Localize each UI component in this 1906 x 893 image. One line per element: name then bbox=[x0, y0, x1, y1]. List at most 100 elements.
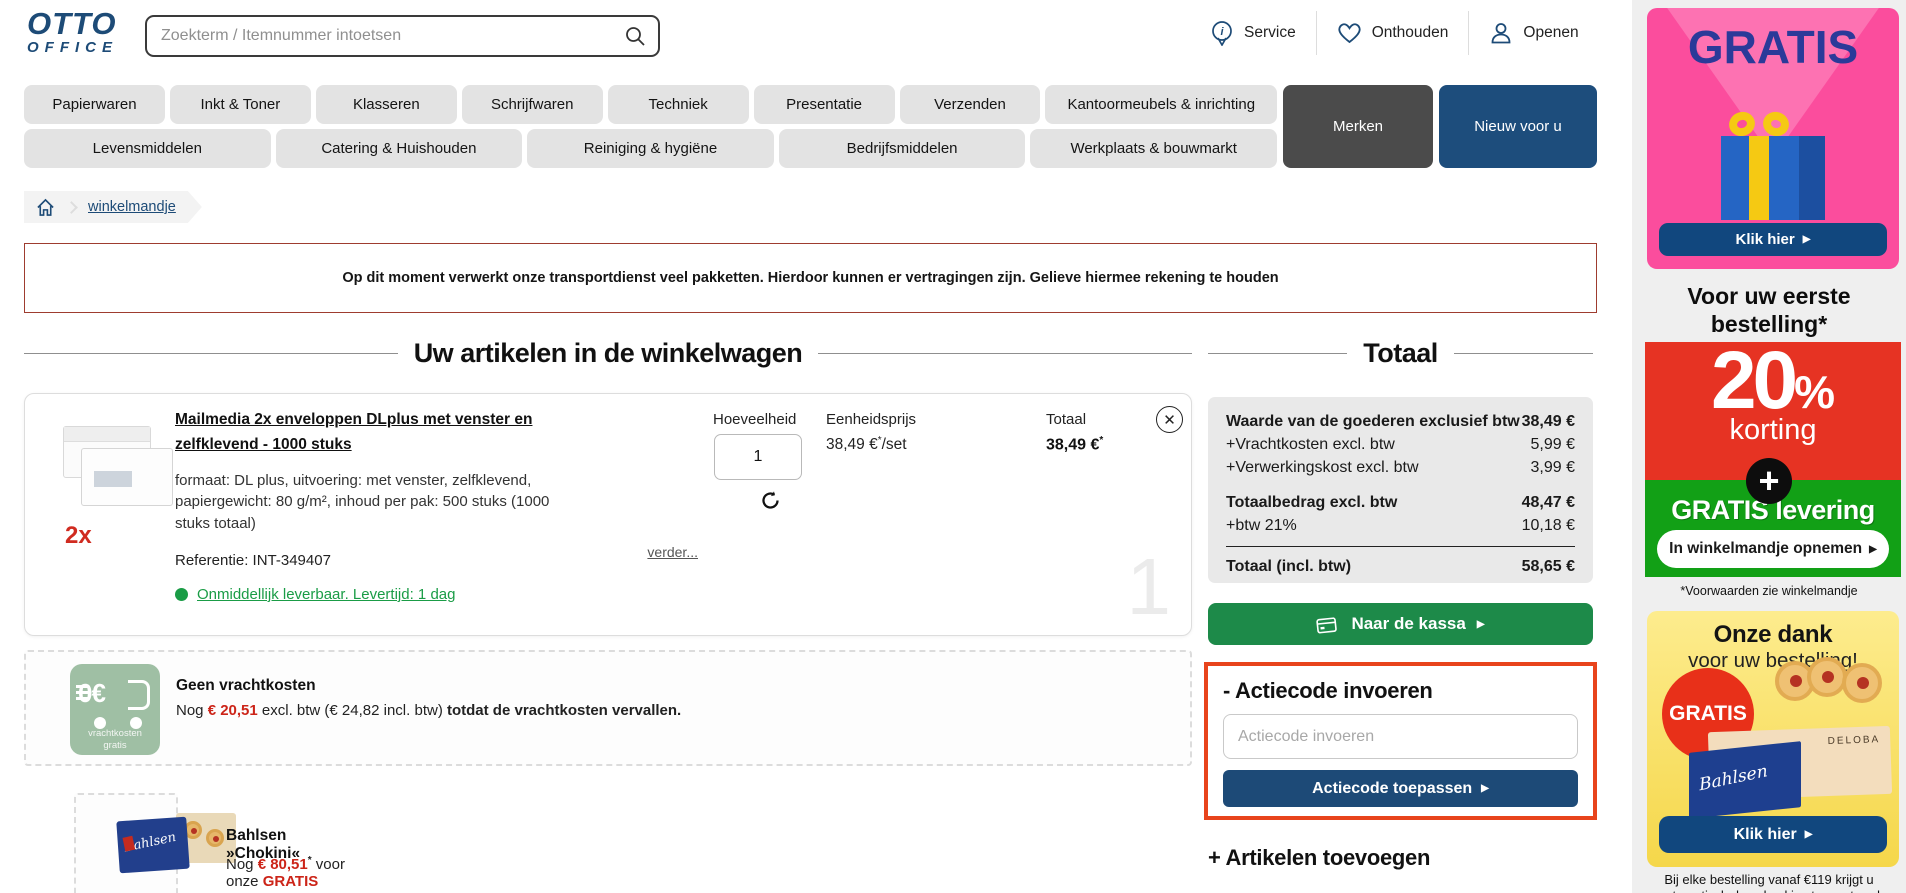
logo-line2: OFFICE bbox=[27, 39, 118, 56]
quantity-column: Hoeveelheid bbox=[713, 411, 803, 516]
header-links: i Service Onthouden Openen bbox=[1190, 10, 1599, 55]
free-shipping-banner: 0€ vrachtkosten gratis Geen vrachtkosten … bbox=[24, 650, 1192, 766]
truck-icon: 0€ vrachtkosten gratis bbox=[70, 664, 160, 755]
nav-reiniging[interactable]: Reiniging & hygiëne bbox=[527, 129, 774, 168]
info-icon: i bbox=[1210, 20, 1234, 46]
gratis-banner[interactable]: GRATIS Klik hier ▶ bbox=[1647, 8, 1899, 269]
nav-merken[interactable]: Merken bbox=[1283, 85, 1433, 168]
nav-presentatie[interactable]: Presentatie bbox=[753, 85, 895, 124]
breadcrumb-separator bbox=[65, 201, 78, 214]
gift-promo-text: Nog € 80,51* voor onze GRATIS DANKJEWEL … bbox=[226, 855, 345, 893]
logo-line1: OTTO bbox=[27, 6, 117, 41]
cookies-footnote: Bij elke bestelling vanaf €119 krijgt u … bbox=[1658, 872, 1880, 893]
nav-inkt-toner[interactable]: Inkt & Toner bbox=[169, 85, 311, 124]
search-icon[interactable] bbox=[624, 25, 646, 47]
nav-kantoormeubels[interactable]: Kantoormeubels & inrichting bbox=[1045, 85, 1278, 124]
product-info: Mailmedia 2x enveloppen DLplus met venst… bbox=[175, 408, 575, 535]
actiecode-heading[interactable]: - Actiecode invoeren bbox=[1223, 678, 1578, 704]
cart-item-card: 2x Mailmedia 2x enveloppen DLplus met ve… bbox=[24, 393, 1192, 636]
nav-verzenden[interactable]: Verzenden bbox=[899, 85, 1041, 124]
checkout-label: Naar de kassa bbox=[1351, 614, 1466, 633]
nav-nieuw-voor-u[interactable]: Nieuw voor u bbox=[1439, 85, 1597, 168]
transport-alert: Op dit moment verwerkt onze transportdie… bbox=[24, 243, 1597, 313]
openen-label: Openen bbox=[1523, 23, 1579, 41]
banner1-cta-button[interactable]: Klik hier ▶ bbox=[1659, 223, 1887, 256]
amount-remaining: € 20,51 bbox=[207, 702, 258, 719]
quantity-badge: 2x bbox=[65, 522, 92, 549]
quantity-input[interactable] bbox=[714, 434, 802, 480]
actiecode-section: - Actiecode invoeren Actiecode toepassen… bbox=[1204, 662, 1597, 820]
arrow-icon: ▶ bbox=[1481, 783, 1489, 794]
thanks-line1: Onze dank bbox=[1713, 621, 1833, 648]
user-icon bbox=[1489, 21, 1513, 45]
totals-heading-row: Totaal bbox=[1208, 338, 1594, 369]
product-title-link[interactable]: Mailmedia 2x enveloppen DLplus met venst… bbox=[175, 408, 575, 458]
zero-euro-label: 0€ bbox=[78, 678, 106, 708]
banner2-cta-button[interactable]: Klik hier ▶ bbox=[1659, 816, 1887, 853]
service-link[interactable]: i Service bbox=[1190, 20, 1316, 46]
line-total-label: Totaal bbox=[1046, 411, 1087, 428]
cookie-graphic bbox=[1842, 663, 1882, 703]
nav-row-2: Levensmiddelen Catering & Huishouden Rei… bbox=[24, 129, 1277, 168]
nav-levensmiddelen[interactable]: Levensmiddelen bbox=[24, 129, 271, 168]
arrow-icon: ▶ bbox=[1869, 543, 1877, 555]
alert-text: Op dit moment verwerkt onze transportdie… bbox=[342, 270, 1279, 286]
line-total-column: Totaal 38,49 €* bbox=[1046, 411, 1103, 454]
add-articles-toggle[interactable]: + Artikelen toevoegen bbox=[1208, 845, 1430, 871]
search-input[interactable] bbox=[147, 27, 624, 45]
home-icon[interactable] bbox=[36, 198, 55, 217]
discount-value: 20% bbox=[1710, 335, 1836, 426]
totals-row: Waarde van de goederen exclusief btw 38,4… bbox=[1226, 413, 1575, 430]
otto-office-logo[interactable]: OTTO OFFICE bbox=[27, 8, 118, 57]
nav-schrijfwaren[interactable]: Schrijfwaren bbox=[461, 85, 603, 124]
totals-divider bbox=[1226, 545, 1575, 547]
close-icon: ✕ bbox=[1163, 411, 1176, 429]
stock-dot-icon bbox=[175, 588, 188, 601]
actiecode-apply-button[interactable]: Actiecode toepassen ▶ bbox=[1223, 770, 1578, 807]
nav-catering[interactable]: Catering & Huishouden bbox=[275, 129, 523, 168]
page: OTTO OFFICE i Service bbox=[0, 0, 1906, 893]
cookie-graphic bbox=[1807, 657, 1847, 697]
totals-row: +Verwerkingskost excl. btw 3,99 € bbox=[1226, 459, 1575, 477]
openen-link[interactable]: Openen bbox=[1469, 21, 1598, 45]
product-image[interactable] bbox=[59, 426, 177, 518]
conditions-note: *Voorwaarden zie winkelmandje bbox=[1680, 584, 1858, 598]
onthouden-link[interactable]: Onthouden bbox=[1317, 22, 1469, 44]
cookies-banner[interactable]: Onze dank voor uw bestelling! GRATIS DEL… bbox=[1647, 611, 1899, 867]
refresh-icon[interactable] bbox=[760, 490, 781, 511]
totals-box: Waarde van de goederen exclusief btw 38,4… bbox=[1208, 397, 1593, 583]
bahlsen-box-graphic: Bahlsen bbox=[1689, 741, 1801, 819]
unit-price-label: Eenheidsprijs bbox=[826, 411, 917, 428]
free-shipping-title: Geen vrachtkosten bbox=[176, 677, 316, 694]
availability-row: Onmiddellijk leverbaar. Levertijd: 1 dag bbox=[175, 586, 455, 603]
nav-row-1: Papierwaren Inkt & Toner Klasseren Schri… bbox=[24, 85, 1278, 124]
arrow-icon: ▶ bbox=[1804, 829, 1813, 840]
heart-icon bbox=[1337, 22, 1362, 44]
checkout-button[interactable]: Naar de kassa ▶ bbox=[1208, 603, 1593, 645]
row-index-watermark: 1 bbox=[1126, 542, 1172, 631]
plus-icon: + bbox=[1746, 458, 1792, 504]
product-description: formaat: DL plus, uitvoering: met venste… bbox=[175, 471, 550, 533]
arrow-icon: ▶ bbox=[1476, 618, 1485, 630]
availability-link[interactable]: Onmiddellijk leverbaar. Levertijd: 1 dag bbox=[197, 586, 455, 603]
more-link[interactable]: verder... bbox=[585, 544, 698, 560]
gratis-headline: GRATIS bbox=[1687, 21, 1859, 73]
nav-papierwaren[interactable]: Papierwaren bbox=[24, 85, 165, 124]
actiecode-input[interactable] bbox=[1223, 714, 1578, 759]
arrow-icon: ▶ bbox=[1802, 234, 1811, 245]
nav-categories: Papierwaren Inkt & Toner Klasseren Schri… bbox=[24, 85, 1278, 168]
nav-bedrijfsmiddelen[interactable]: Bedrijfsmiddelen bbox=[778, 129, 1026, 168]
bahlsen-product-image: Bahlsen bbox=[116, 811, 236, 877]
breadcrumb-current[interactable]: winkelmandje bbox=[88, 199, 176, 215]
nav-techniek[interactable]: Techniek bbox=[607, 85, 749, 124]
svg-text:i: i bbox=[1220, 26, 1224, 38]
totals-grand-row: Totaal (incl. btw) 58,65 € bbox=[1226, 557, 1575, 575]
gift-promo-banner: Bahlsen Bahlsen »Chokini« Nog € 80,51* v… bbox=[74, 793, 345, 893]
remove-item-button[interactable]: ✕ bbox=[1156, 406, 1183, 433]
quantity-label: Hoeveelheid bbox=[713, 411, 797, 428]
promo-sidebar: GRATIS Klik hier ▶ Voor uw eerste bestel… bbox=[1632, 0, 1906, 893]
add-offer-to-cart-button[interactable]: In winkelmandje opnemen ▶ bbox=[1657, 530, 1889, 568]
nav-werkplaats[interactable]: Werkplaats & bouwmarkt bbox=[1030, 129, 1277, 168]
nav-klasseren[interactable]: Klasseren bbox=[315, 85, 457, 124]
product-reference: Referentie: INT-349407 bbox=[175, 552, 331, 569]
